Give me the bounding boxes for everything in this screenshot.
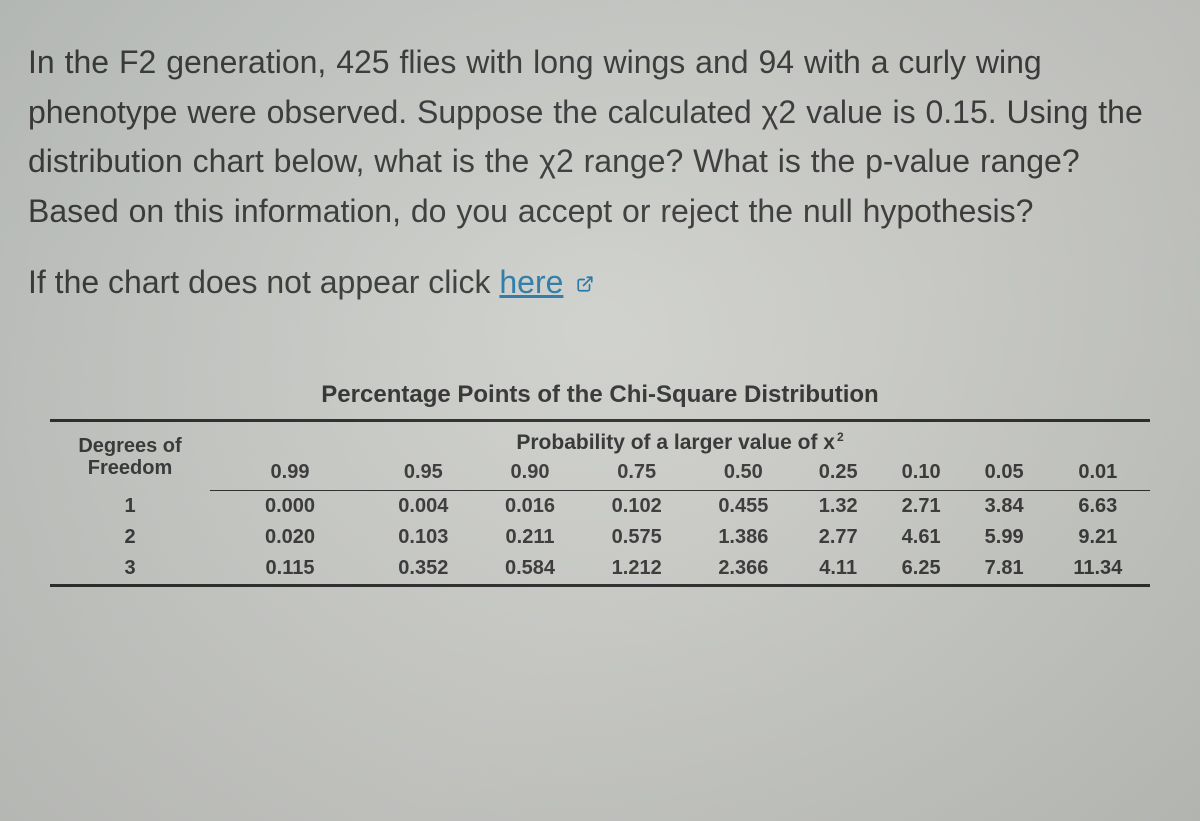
value-cell: 0.584 bbox=[477, 553, 584, 586]
table-row: 1 0.000 0.004 0.016 0.102 0.455 1.32 2.7… bbox=[50, 491, 1150, 523]
probability-spanner: Probability of a larger value of x2 bbox=[210, 421, 1150, 460]
chart-link-text: here bbox=[499, 264, 563, 300]
p-header: 0.05 bbox=[963, 459, 1046, 491]
chi-square-table-container: Percentage Points of the Chi-Square Dist… bbox=[50, 381, 1150, 587]
dof-header: Degrees of Freedom bbox=[50, 421, 210, 491]
table-row: 2 0.020 0.103 0.211 0.575 1.386 2.77 4.6… bbox=[50, 522, 1150, 553]
p-header: 0.25 bbox=[797, 459, 880, 491]
value-cell: 1.32 bbox=[797, 491, 880, 523]
value-cell: 2.366 bbox=[690, 553, 797, 586]
spanner-sup: 2 bbox=[837, 430, 844, 444]
chi-square-table: Percentage Points of the Chi-Square Dist… bbox=[50, 381, 1150, 587]
df-cell: 2 bbox=[50, 522, 210, 553]
value-cell: 0.020 bbox=[210, 522, 370, 553]
dof-header-line1: Degrees of bbox=[78, 435, 181, 457]
df-cell: 1 bbox=[50, 491, 210, 523]
p-header: 0.50 bbox=[690, 459, 797, 491]
value-cell: 0.103 bbox=[370, 522, 477, 553]
value-cell: 0.000 bbox=[210, 491, 370, 523]
value-cell: 0.455 bbox=[690, 491, 797, 523]
dof-header-line2: Freedom bbox=[88, 457, 172, 479]
chart-link[interactable]: here bbox=[499, 264, 563, 300]
value-cell: 0.352 bbox=[370, 553, 477, 586]
value-cell: 2.71 bbox=[880, 491, 963, 523]
p-header: 0.95 bbox=[370, 459, 477, 491]
p-header: 0.90 bbox=[477, 459, 584, 491]
df-cell: 3 bbox=[50, 553, 210, 586]
value-cell: 0.211 bbox=[477, 522, 584, 553]
table-caption: Percentage Points of the Chi-Square Dist… bbox=[50, 381, 1150, 419]
value-cell: 6.63 bbox=[1046, 491, 1150, 523]
value-cell: 0.016 bbox=[477, 491, 584, 523]
value-cell: 6.25 bbox=[880, 553, 963, 586]
value-cell: 0.004 bbox=[370, 491, 477, 523]
value-cell: 1.212 bbox=[583, 553, 690, 586]
value-cell: 4.11 bbox=[797, 553, 880, 586]
value-cell: 0.575 bbox=[583, 522, 690, 553]
p-header-row: 0.99 0.95 0.90 0.75 0.50 0.25 0.10 0.05 … bbox=[50, 459, 1150, 491]
chart-note-prefix: If the chart does not appear click bbox=[28, 264, 499, 300]
chart-fallback-note: If the chart does not appear click here bbox=[28, 264, 1172, 301]
value-cell: 3.84 bbox=[963, 491, 1046, 523]
value-cell: 9.21 bbox=[1046, 522, 1150, 553]
external-link-icon bbox=[576, 275, 594, 293]
value-cell: 0.115 bbox=[210, 553, 370, 586]
spanner-text: Probability of a larger value of x bbox=[516, 431, 835, 454]
value-cell: 2.77 bbox=[797, 522, 880, 553]
p-header: 0.01 bbox=[1046, 459, 1150, 491]
value-cell: 5.99 bbox=[963, 522, 1046, 553]
question-text: In the F2 generation, 425 flies with lon… bbox=[28, 38, 1172, 236]
value-cell: 4.61 bbox=[880, 522, 963, 553]
value-cell: 0.102 bbox=[583, 491, 690, 523]
value-cell: 1.386 bbox=[690, 522, 797, 553]
p-header: 0.75 bbox=[583, 459, 690, 491]
p-header: 0.99 bbox=[210, 459, 370, 491]
table-row: 3 0.115 0.352 0.584 1.212 2.366 4.11 6.2… bbox=[50, 553, 1150, 586]
value-cell: 11.34 bbox=[1046, 553, 1150, 586]
p-header: 0.10 bbox=[880, 459, 963, 491]
value-cell: 7.81 bbox=[963, 553, 1046, 586]
